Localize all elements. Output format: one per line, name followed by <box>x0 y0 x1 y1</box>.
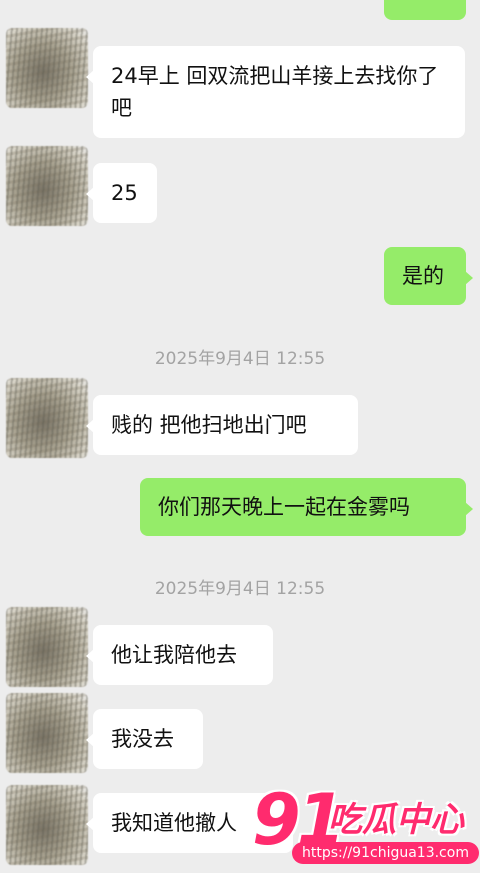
message-text: 他让我陪他去 <box>111 643 237 667</box>
message-text: 我没去 <box>111 727 174 751</box>
contact-avatar[interactable] <box>6 607 88 687</box>
contact-avatar[interactable] <box>6 378 88 458</box>
message-text: 我知道他撤人 <box>111 811 237 835</box>
message-text: 你们那天晚上一起在金雾吗 <box>158 495 410 519</box>
message-bubble-incoming[interactable]: 24早上 回双流把山羊接上去找你了吧 <box>86 46 465 138</box>
message-bubble-outgoing[interactable]: 你们那天晚上一起在金雾吗 <box>140 478 473 536</box>
message-timestamp: 2025年9月4日 12:55 <box>154 579 326 599</box>
contact-avatar[interactable] <box>6 28 88 108</box>
watermark-brand: 吃瓜中心 <box>328 800 464 840</box>
message-bubble-incoming[interactable]: 我没去 <box>86 709 203 769</box>
message-text: 贱的 把他扫地出门吧 <box>111 413 307 437</box>
contact-avatar[interactable] <box>6 785 88 865</box>
site-watermark: 91 吃瓜中心 https://91chigua13.com <box>252 780 480 873</box>
contact-avatar[interactable] <box>6 693 88 773</box>
message-text: 25 <box>111 181 138 205</box>
message-text: 是的 <box>402 0 444 7</box>
contact-avatar[interactable] <box>6 146 88 226</box>
message-text: 是的 <box>402 264 444 288</box>
message-bubble-incoming[interactable]: 贱的 把他扫地出门吧 <box>86 395 358 455</box>
message-text: 24早上 回双流把山羊接上去找你了吧 <box>111 64 439 120</box>
watermark-url: https://91chigua13.com <box>292 842 479 864</box>
message-bubble-outgoing[interactable]: 是的 <box>384 247 473 305</box>
message-bubble-incoming[interactable]: 他让我陪他去 <box>86 625 273 685</box>
message-bubble-outgoing[interactable]: 是的 <box>384 0 466 20</box>
message-bubble-incoming[interactable]: 25 <box>86 163 157 223</box>
message-timestamp: 2025年9月4日 12:55 <box>154 349 326 369</box>
